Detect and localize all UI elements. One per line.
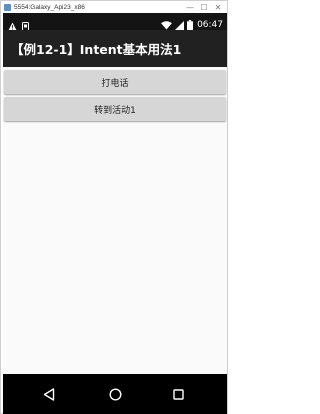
window-title: 5554:Galaxy_Api23_x86 [14,3,85,11]
navigation-bar [3,374,227,414]
status-bar: 06:47 [3,13,227,31]
go-to-activity1-button[interactable]: 转到活动1 [4,97,226,121]
clock: 06:47 [197,19,223,30]
call-button[interactable]: 打电话 [4,70,226,94]
minimize-button[interactable]: — [183,1,197,13]
home-icon[interactable] [108,387,122,401]
emulator-window: 5554:Galaxy_Api23_x86 — ☐ ✕ 06:47 【例12-1… [0,0,228,414]
window-controls: — ☐ ✕ [183,1,225,13]
emulator-app-icon [4,3,11,11]
recents-icon[interactable] [171,387,185,401]
window-titlebar: 5554:Galaxy_Api23_x86 — ☐ ✕ [1,1,227,13]
action-bar: 【例12-1】Intent基本用法1 [3,30,227,67]
app-title: 【例12-1】Intent基本用法1 [11,42,182,57]
maximize-button[interactable]: ☐ [197,1,211,13]
close-button[interactable]: ✕ [211,1,225,13]
back-icon[interactable] [42,387,56,401]
main-content: 打电话 转到活动1 [3,67,227,374]
